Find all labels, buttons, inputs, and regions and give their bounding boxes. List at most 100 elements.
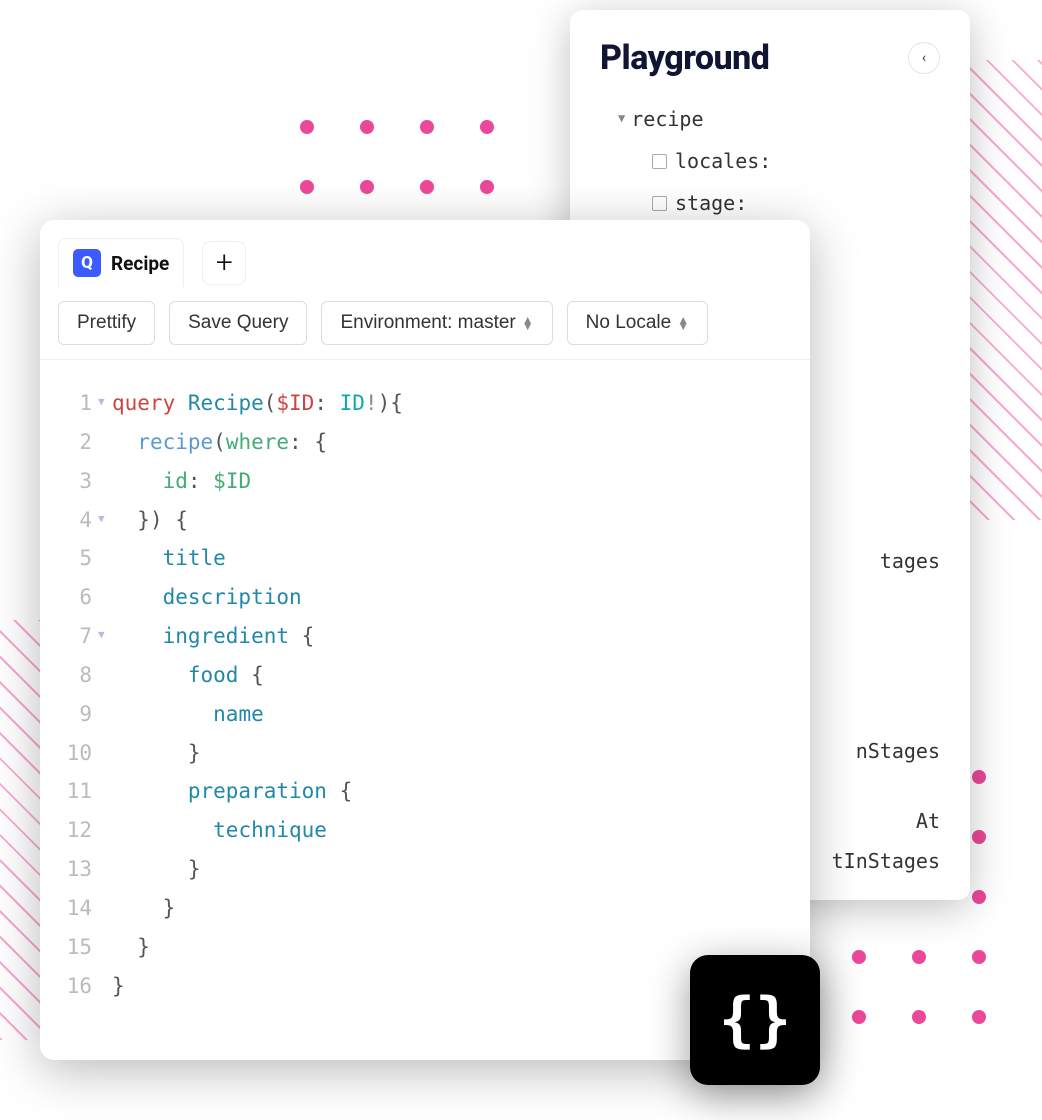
line-number: 7 [58, 617, 98, 656]
line-number: 15 [58, 928, 98, 967]
toolbar: Prettify Save Query Environment: master … [40, 287, 810, 360]
code-line[interactable]: 2 recipe(where: { [58, 423, 810, 462]
line-number: 2 [58, 423, 98, 462]
code-line[interactable]: 5 title [58, 539, 810, 578]
tree-arg-locales[interactable]: locales: [600, 140, 940, 182]
button-label: Prettify [77, 312, 136, 334]
code-line[interactable]: 8 food { [58, 656, 810, 695]
collapse-button[interactable]: ‹ [908, 42, 940, 74]
code-content: } [112, 889, 175, 928]
line-number: 16 [58, 967, 98, 1006]
line-number: 6 [58, 578, 98, 617]
fold-icon [98, 967, 112, 1006]
tab-recipe[interactable]: Q Recipe [58, 238, 184, 287]
code-badge: {} [690, 955, 820, 1085]
line-number: 14 [58, 889, 98, 928]
tree-node-label: recipe [631, 98, 703, 140]
code-content: title [112, 539, 226, 578]
tab-label: Recipe [111, 252, 169, 275]
code-content: name [112, 695, 264, 734]
environment-select[interactable]: Environment: master ▲▼ [321, 301, 552, 345]
dots-decoration [300, 120, 540, 220]
line-number: 12 [58, 811, 98, 850]
tree-arg-label: locales: [675, 140, 771, 182]
fold-icon [98, 423, 112, 462]
sort-icon: ▲▼ [677, 317, 689, 329]
code-content: technique [112, 811, 327, 850]
fold-icon [98, 811, 112, 850]
checkbox-icon [652, 154, 667, 169]
code-content: } [112, 850, 201, 889]
tree-field-fragment[interactable]: tInStages [832, 840, 940, 882]
code-content: } [112, 928, 150, 967]
code-line[interactable]: 7▼ ingredient { [58, 617, 810, 656]
fold-icon [98, 695, 112, 734]
chevron-left-icon: ‹ [922, 50, 926, 66]
code-content: }) { [112, 501, 188, 540]
code-content: recipe(where: { [112, 423, 327, 462]
line-number: 13 [58, 850, 98, 889]
fold-icon [98, 462, 112, 501]
line-number: 11 [58, 772, 98, 811]
prettify-button[interactable]: Prettify [58, 301, 155, 345]
code-line[interactable]: 9 name [58, 695, 810, 734]
add-tab-button[interactable]: + [202, 241, 246, 285]
fold-icon [98, 928, 112, 967]
code-line[interactable]: 10 } [58, 734, 810, 773]
line-number: 9 [58, 695, 98, 734]
query-badge-icon: Q [73, 249, 101, 277]
fold-icon [98, 889, 112, 928]
fold-icon[interactable]: ▼ [98, 617, 112, 656]
code-line[interactable]: 11 preparation { [58, 772, 810, 811]
editor-panel: Q Recipe + Prettify Save Query Environme… [40, 220, 810, 1060]
save-query-button[interactable]: Save Query [169, 301, 307, 345]
line-number: 1 [58, 384, 98, 423]
code-content: preparation { [112, 772, 352, 811]
line-number: 3 [58, 462, 98, 501]
code-line[interactable]: 1▼query Recipe($ID: ID!){ [58, 384, 810, 423]
code-line[interactable]: 6 description [58, 578, 810, 617]
code-line[interactable]: 13 } [58, 850, 810, 889]
tree-arg-stage[interactable]: stage: [600, 182, 940, 224]
fold-icon [98, 772, 112, 811]
tree-field-fragment[interactable]: nStages [856, 730, 940, 772]
code-editor[interactable]: 1▼query Recipe($ID: ID!){2 recipe(where:… [40, 360, 810, 1060]
tree-field-fragment[interactable]: At [916, 800, 940, 842]
fold-icon [98, 656, 112, 695]
fold-icon [98, 539, 112, 578]
button-label: Save Query [188, 312, 288, 334]
select-label: Environment: master [340, 312, 515, 334]
fold-icon[interactable]: ▼ [98, 501, 112, 540]
fold-icon [98, 578, 112, 617]
code-content: id: $ID [112, 462, 251, 501]
code-content: } [112, 734, 201, 773]
line-number: 8 [58, 656, 98, 695]
tabs-row: Q Recipe + [40, 220, 810, 287]
tree-node-recipe[interactable]: ▼ recipe [600, 98, 940, 140]
code-content: query Recipe($ID: ID!){ [112, 384, 403, 423]
locale-select[interactable]: No Locale ▲▼ [567, 301, 708, 345]
fold-icon [98, 734, 112, 773]
line-number: 10 [58, 734, 98, 773]
line-number: 5 [58, 539, 98, 578]
code-content: } [112, 967, 125, 1006]
playground-title: Playground [600, 38, 769, 78]
code-line[interactable]: 4▼ }) { [58, 501, 810, 540]
chevron-down-icon: ▼ [618, 106, 625, 131]
sort-icon: ▲▼ [522, 317, 534, 329]
plus-icon: + [216, 245, 233, 280]
select-label: No Locale [586, 312, 672, 334]
code-content: ingredient { [112, 617, 314, 656]
explorer-tree: ▼ recipe locales: stage: tages nStages A… [600, 98, 940, 224]
fold-icon [98, 850, 112, 889]
line-number: 4 [58, 501, 98, 540]
tree-field-fragment[interactable]: tages [880, 540, 940, 582]
code-line[interactable]: 12 technique [58, 811, 810, 850]
fold-icon[interactable]: ▼ [98, 384, 112, 423]
tree-arg-label: stage: [675, 182, 747, 224]
code-content: food { [112, 656, 264, 695]
stripes-decoration [962, 60, 1042, 520]
code-line[interactable]: 3 id: $ID [58, 462, 810, 501]
code-line[interactable]: 14 } [58, 889, 810, 928]
checkbox-icon [652, 196, 667, 211]
